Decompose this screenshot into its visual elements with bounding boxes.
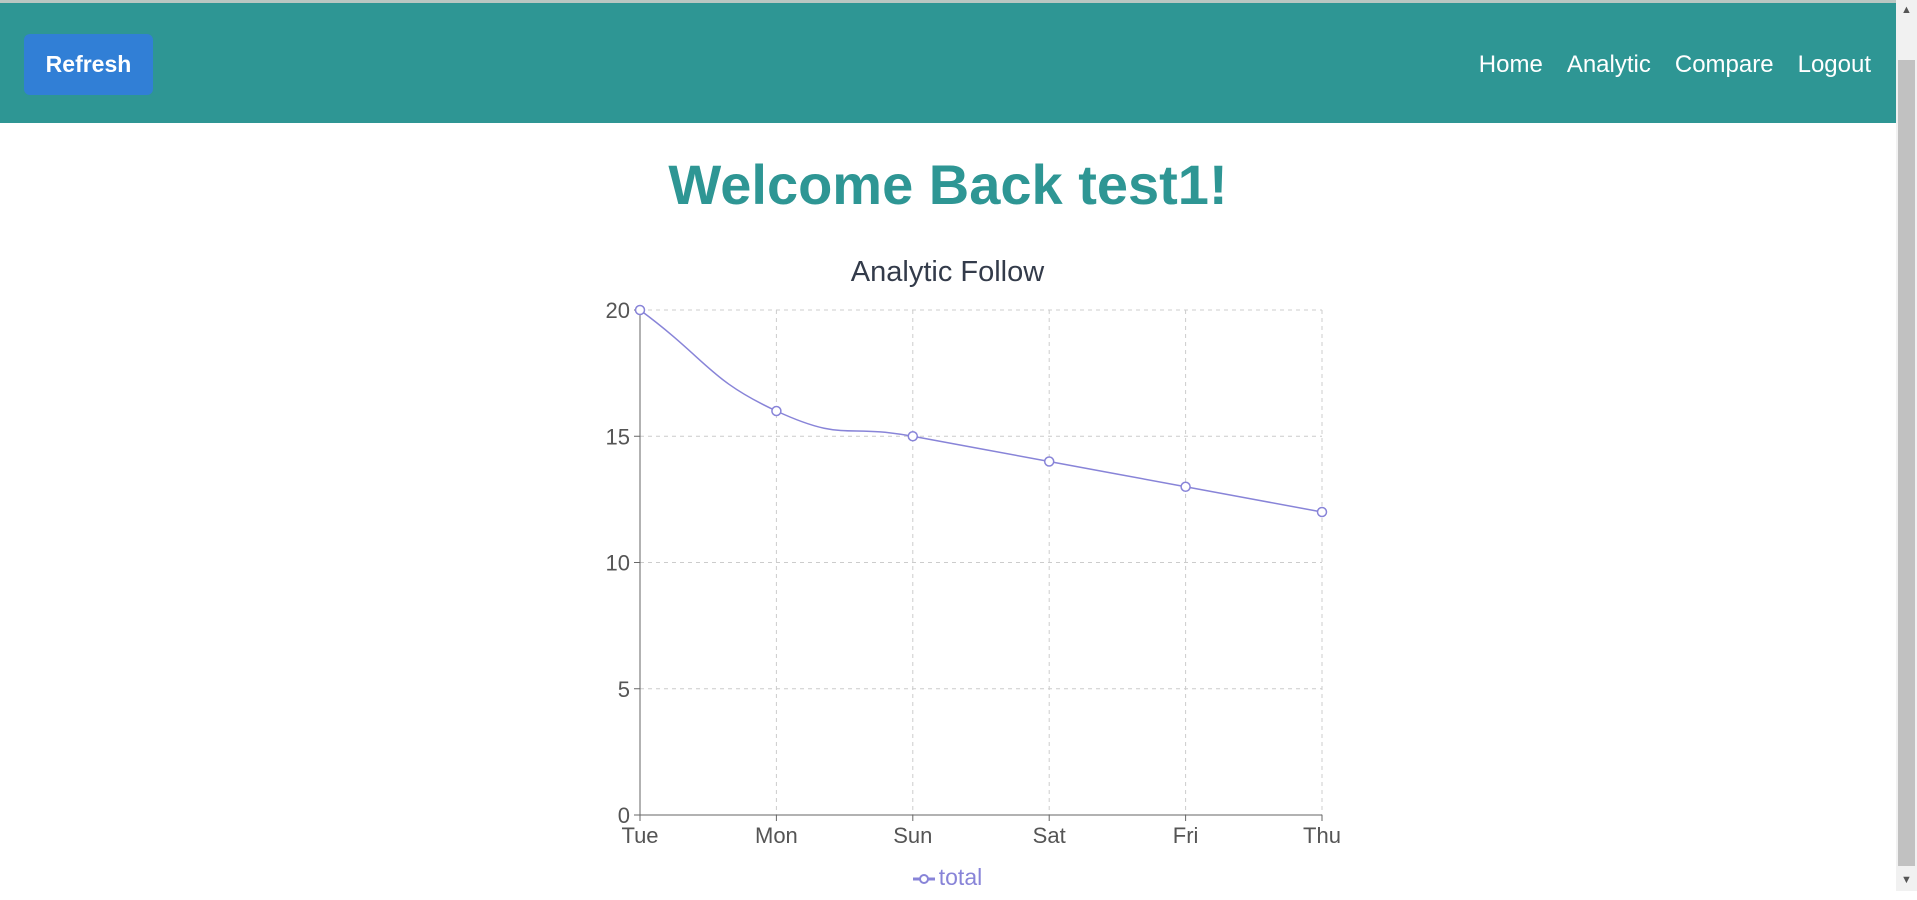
navbar: Refresh Home Analytic Compare Logout [0, 3, 1896, 123]
series-line-total [639, 309, 1323, 513]
scroll-thumb[interactable] [1898, 60, 1915, 866]
data-point [1043, 456, 1055, 467]
scroll-down-arrow-icon[interactable]: ▼ [1896, 870, 1917, 891]
data-point [907, 431, 919, 442]
vertical-scrollbar[interactable]: ▲ ▼ [1896, 0, 1917, 891]
x-tick-label: Tue [621, 823, 658, 848]
x-tick-label: Fri [1173, 823, 1199, 848]
x-tick-label: Mon [755, 823, 798, 848]
data-point [771, 405, 782, 417]
x-tick-label: Thu [1303, 823, 1340, 848]
nav-link-analytic[interactable]: Analytic [1567, 51, 1651, 79]
y-tick-label: 5 [618, 677, 630, 702]
nav-link-home[interactable]: Home [1479, 51, 1543, 79]
y-tick-label: 10 [606, 551, 630, 576]
legend-line-icon [912, 873, 935, 884]
x-tick-label: Sat [1033, 823, 1066, 848]
chart-svg: 05101520Tue Mon Sun Sat Fri Thu [606, 298, 1340, 848]
data-point [634, 304, 646, 316]
scroll-up-arrow-icon[interactable]: ▲ [1896, 0, 1917, 21]
y-tick-label: 15 [606, 424, 630, 449]
legend-label-total: total [938, 864, 983, 890]
welcome-heading: Welcome Back test1! [668, 153, 1228, 216]
nav-links: Home Analytic Compare Logout [1455, 51, 1871, 79]
analytic-chart: Analytic Follow 0 5 10 15 20 Tue Mon Sun Sat Fri T… [580, 250, 1340, 900]
x-tick-label: Sun [893, 823, 932, 848]
refresh-button[interactable]: Refresh [24, 34, 153, 95]
data-point [1180, 481, 1191, 492]
chart-legend[interactable]: total [580, 864, 1315, 891]
data-point [1316, 506, 1328, 518]
nav-link-logout[interactable]: Logout [1798, 51, 1871, 79]
y-tick-label: 20 [606, 298, 630, 323]
nav-link-compare[interactable]: Compare [1675, 51, 1774, 79]
